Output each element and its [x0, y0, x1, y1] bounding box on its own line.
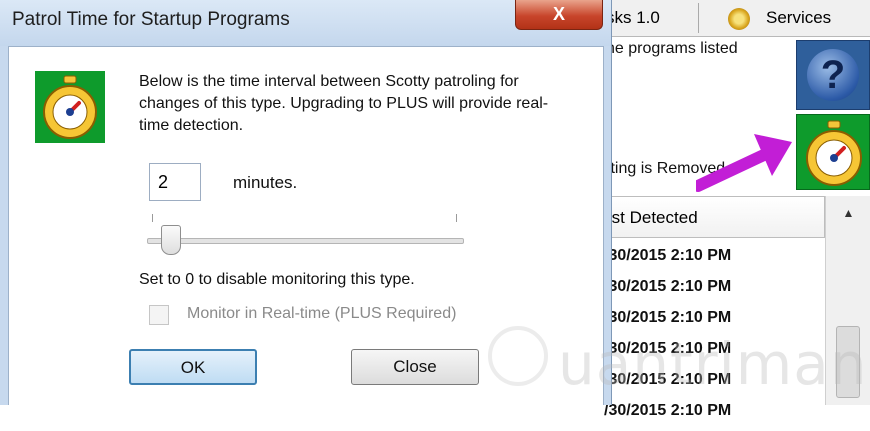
- background-app-window: sks 1.0 Services he programs listed ? tt…: [600, 0, 870, 419]
- tab-services[interactable]: Services: [710, 3, 860, 33]
- patrol-time-button[interactable]: [796, 114, 870, 190]
- detected-list: /30/2015 2:10 PM /30/2015 2:10 PM /30/20…: [604, 245, 731, 431]
- realtime-checkbox-label: Monitor in Real-time (PLUS Required): [187, 305, 457, 322]
- dialog-body: Below is the time interval between Scott…: [8, 46, 604, 405]
- list-item[interactable]: /30/2015 2:10 PM: [604, 369, 731, 400]
- stopwatch-icon: [806, 120, 862, 186]
- realtime-checkbox[interactable]: [149, 305, 169, 325]
- ok-button[interactable]: OK: [129, 349, 257, 385]
- pointer-arrow-icon: [696, 134, 792, 192]
- scroll-up-arrow-icon[interactable]: ▲: [826, 196, 870, 230]
- list-item[interactable]: /30/2015 2:10 PM: [604, 276, 731, 307]
- dialog-description: Below is the time interval between Scott…: [139, 73, 549, 134]
- list-item[interactable]: /30/2015 2:10 PM: [604, 338, 731, 369]
- patrol-time-dialog: Patrol Time for Startup Programs X Below…: [0, 0, 612, 405]
- disable-note: Set to 0 to disable monitoring this type…: [139, 271, 415, 288]
- window-close-button[interactable]: X: [515, 0, 603, 30]
- tab-tasks[interactable]: sks 1.0: [606, 3, 699, 33]
- help-button[interactable]: ?: [796, 40, 870, 110]
- background-description: he programs listed: [606, 40, 738, 57]
- stopwatch-icon: [43, 75, 97, 139]
- close-button[interactable]: Close: [351, 349, 479, 385]
- list-item[interactable]: /30/2015 2:10 PM: [604, 307, 731, 338]
- interval-slider-thumb[interactable]: [161, 225, 181, 255]
- slider-tick: [456, 214, 457, 222]
- list-item[interactable]: /30/2015 2:10 PM: [604, 245, 731, 276]
- column-header-first-detected[interactable]: rst Detected: [600, 196, 825, 238]
- dialog-title: Patrol Time for Startup Programs: [12, 9, 290, 30]
- minutes-input[interactable]: [149, 163, 201, 201]
- question-mark-icon: ?: [807, 49, 859, 101]
- dialog-titlebar[interactable]: Patrol Time for Startup Programs X: [0, 0, 611, 46]
- slider-tick: [152, 214, 153, 222]
- minutes-label: minutes.: [233, 173, 298, 192]
- interval-slider-track[interactable]: [147, 238, 464, 244]
- dialog-icon: [35, 71, 105, 143]
- vertical-scrollbar[interactable]: ▲: [825, 196, 870, 405]
- background-tab-bar: sks 1.0 Services: [600, 0, 870, 37]
- scroll-thumb[interactable]: [836, 326, 860, 398]
